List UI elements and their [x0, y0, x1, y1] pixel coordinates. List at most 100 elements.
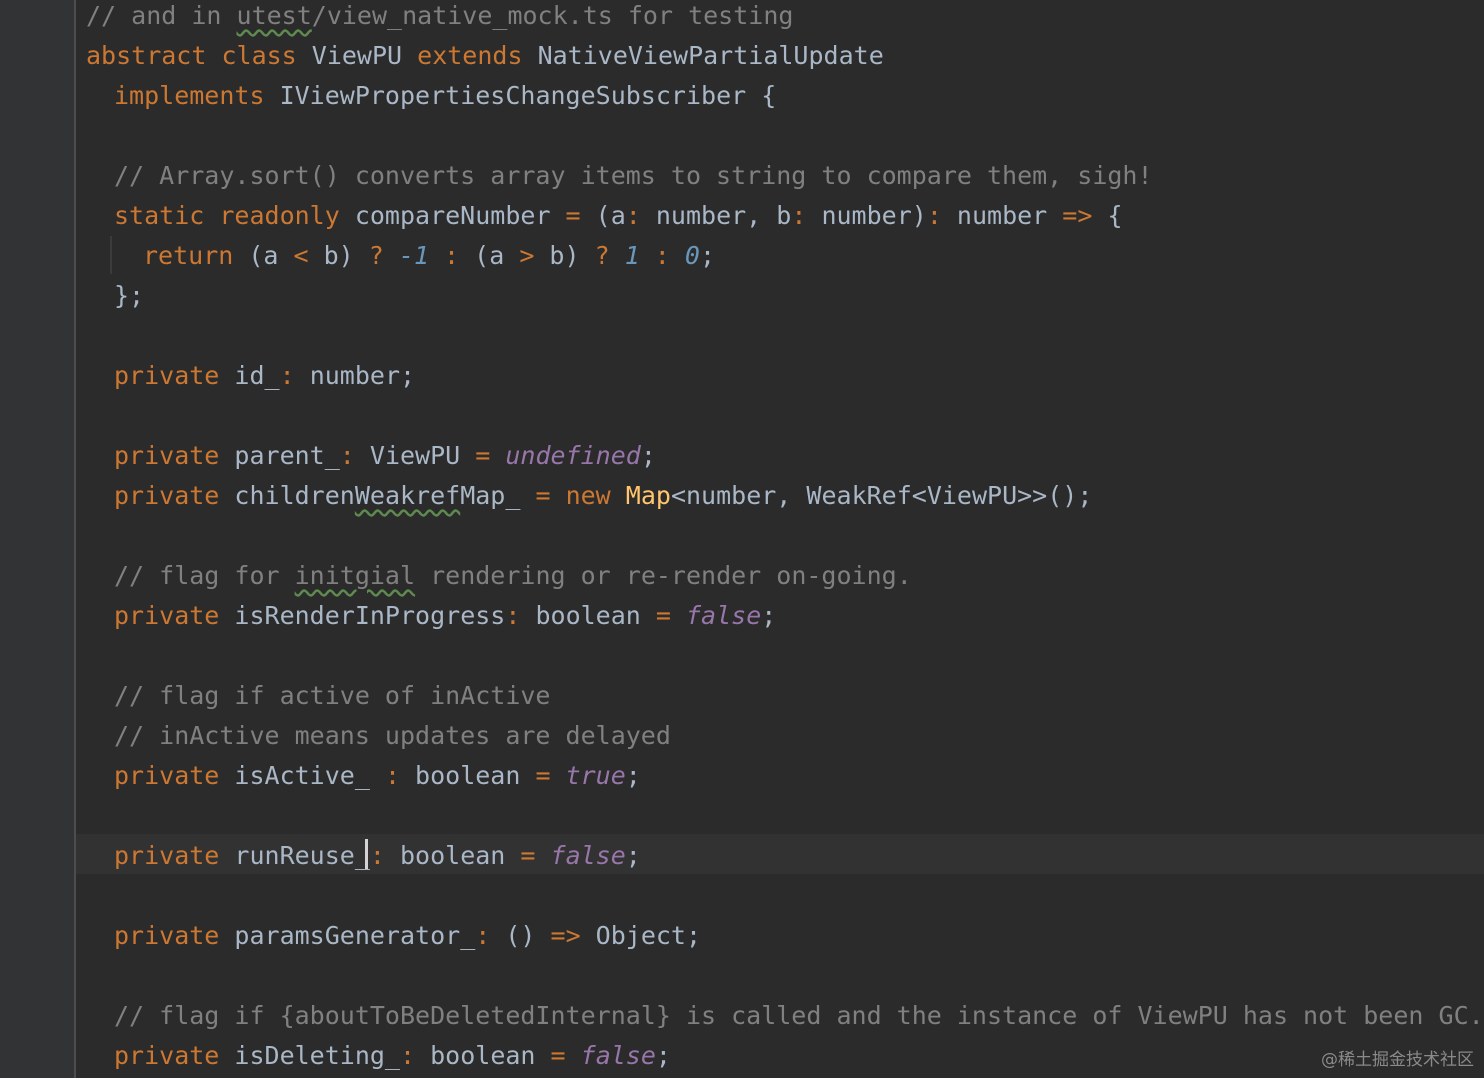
keyword-token: new: [565, 481, 626, 510]
operator-token: =: [475, 441, 506, 470]
keyword-token: private: [114, 841, 235, 870]
indent-guide: [110, 236, 112, 274]
identifier-token: ViewPU: [311, 41, 418, 70]
identifier-token: NativeViewPartialUpdate: [537, 41, 884, 70]
operator-token: =>: [550, 921, 596, 950]
text-caret: [365, 839, 368, 869]
punctuation-token: ;: [699, 241, 716, 270]
operator-token: :: [384, 761, 416, 790]
code-line-7[interactable]: return (a < b) ? -1 : (a > b) ? 1 : 0;: [143, 236, 715, 276]
identifier-token: boolean: [415, 761, 536, 790]
identifier-token: <number, WeakRef<ViewPU>>();: [670, 481, 1093, 510]
literal-token: false: [686, 601, 762, 630]
identifier-token: Object;: [595, 921, 702, 950]
code-line-12[interactable]: private parent_: ViewPU = undefined;: [114, 436, 656, 476]
identifier-token: ViewPU: [369, 441, 476, 470]
number-token: 1: [624, 241, 655, 270]
comment-token: // flag for: [114, 561, 295, 590]
code-line-15[interactable]: // flag for initgial rendering or re-ren…: [114, 556, 912, 596]
code-line-20[interactable]: private isActive_ : boolean = true;: [114, 756, 641, 796]
operator-token: :: [791, 201, 822, 230]
keyword-token: private: [114, 1041, 235, 1070]
identifier-token: b): [549, 241, 595, 270]
code-line-2[interactable]: abstract class ViewPU extends NativeView…: [86, 36, 884, 76]
code-line-3[interactable]: implements IViewPropertiesChangeSubscrib…: [114, 76, 776, 116]
identifier-token: number;: [309, 361, 416, 390]
spell-check-token: initgial: [294, 561, 416, 590]
identifier-token: boolean: [400, 841, 521, 870]
punctuation-token: };: [114, 281, 145, 310]
code-editor[interactable]: // and in utest/view_native_mock.ts for …: [0, 0, 1484, 1078]
keyword-token: private: [114, 481, 235, 510]
operator-token: :: [654, 241, 685, 270]
operator-token: ?: [368, 241, 399, 270]
code-line-19[interactable]: // inActive means updates are delayed: [114, 716, 671, 756]
identifier-token: (): [505, 921, 551, 950]
comment-token: rendering or re-render on-going.: [415, 561, 912, 590]
code-line-13[interactable]: private childrenWeakrefMap_ = new Map<nu…: [114, 476, 1092, 516]
operator-token: :: [444, 241, 475, 270]
identifier-token: {: [1107, 201, 1123, 230]
code-line-5[interactable]: // Array.sort() converts array items to …: [114, 156, 1153, 196]
code-line-18[interactable]: // flag if active of inActive: [114, 676, 551, 716]
code-line-1[interactable]: // and in utest/view_native_mock.ts for …: [86, 0, 793, 36]
operator-token: :: [400, 1041, 431, 1070]
code-line-10[interactable]: private id_: number;: [114, 356, 415, 396]
identifier-token: isActive_: [234, 761, 385, 790]
operator-token: :: [625, 201, 656, 230]
keyword-token: private: [114, 441, 235, 470]
identifier-token: isDeleting_: [234, 1041, 400, 1070]
punctuation-token: ;: [655, 1041, 671, 1070]
identifier-token: children: [234, 481, 355, 510]
comment-token: // inActive means updates are delayed: [114, 721, 671, 750]
operator-token: =: [550, 1041, 581, 1070]
code-line-26[interactable]: // flag if {aboutToBeDeletedInternal} is…: [114, 996, 1484, 1036]
class-name-token: Map: [625, 481, 671, 510]
code-line-27[interactable]: private isDeleting_: boolean = false;: [114, 1036, 671, 1076]
operator-token: =: [565, 201, 596, 230]
literal-token: undefined: [505, 441, 641, 470]
code-line-8[interactable]: };: [114, 276, 144, 316]
punctuation-token: ;: [761, 601, 777, 630]
identifier-token: number: [956, 201, 1063, 230]
comment-token: // and in: [86, 1, 237, 30]
identifier-token: Map_: [460, 481, 536, 510]
operator-token: =: [535, 481, 566, 510]
editor-gutter[interactable]: [0, 0, 76, 1078]
identifier-token: b): [323, 241, 369, 270]
operator-token: =: [655, 601, 686, 630]
literal-token: false: [580, 1041, 656, 1070]
identifier-token: compareNumber: [354, 201, 566, 230]
identifier-token: number): [821, 201, 927, 230]
operator-token: :: [369, 841, 400, 870]
identifier-token: boolean: [535, 601, 656, 630]
identifier-token: (a: [595, 201, 626, 230]
code-line-6[interactable]: static readonly compareNumber = (a: numb…: [114, 196, 1123, 236]
literal-token: false: [550, 841, 626, 870]
keyword-token: class: [221, 41, 312, 70]
number-token: 0: [684, 241, 700, 270]
operator-token: :: [505, 601, 536, 630]
punctuation-token: ;: [625, 761, 641, 790]
keyword-token: private: [114, 761, 235, 790]
comment-token: // Array.sort() converts array items to …: [114, 161, 1153, 190]
operator-token: :: [339, 441, 370, 470]
identifier-token: (a: [248, 241, 294, 270]
operator-token: >: [519, 241, 550, 270]
keyword-token: abstract: [86, 41, 222, 70]
identifier-token: boolean: [430, 1041, 551, 1070]
operator-token: ?: [594, 241, 625, 270]
identifier-token: number, b: [655, 201, 792, 230]
operator-token: <: [293, 241, 324, 270]
identifier-token: parent_: [234, 441, 340, 470]
code-line-22[interactable]: private runReuse_: boolean = false;: [114, 836, 641, 876]
operator-token: :: [926, 201, 957, 230]
literal-token: true: [565, 761, 626, 790]
code-line-24[interactable]: private paramsGenerator_: () => Object;: [114, 916, 701, 956]
operator-token: =: [520, 841, 551, 870]
keyword-token: return: [143, 241, 249, 270]
comment-token: // flag if active of inActive: [114, 681, 551, 710]
keyword-token: private: [114, 361, 235, 390]
identifier-token: runReuse_: [234, 841, 370, 870]
code-line-16[interactable]: private isRenderInProgress: boolean = fa…: [114, 596, 776, 636]
